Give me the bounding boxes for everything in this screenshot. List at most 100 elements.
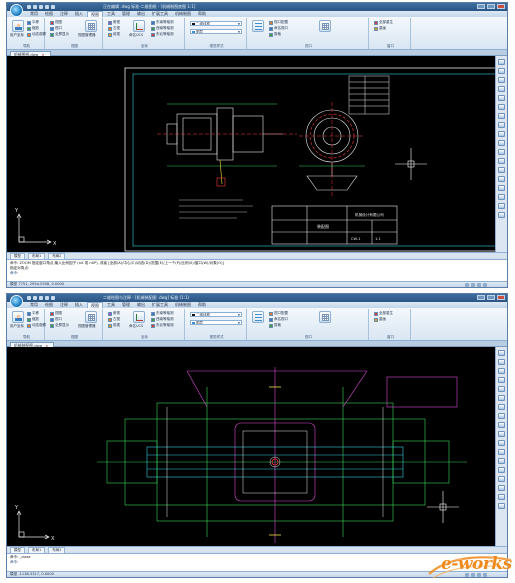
- ribbon-row[interactable]: 前视: [108, 323, 120, 328]
- palette-tool[interactable]: [498, 95, 505, 101]
- maximize-button[interactable]: [487, 4, 495, 9]
- ribbon-row[interactable]: 重画: [374, 317, 386, 322]
- palette-tool[interactable]: [498, 377, 505, 383]
- ribbon-row[interactable]: 视图: [50, 311, 62, 316]
- palette-tool[interactable]: [498, 140, 505, 146]
- ribbon-row[interactable]: 缩放: [27, 317, 39, 322]
- drawing-canvas[interactable]: Y X: [7, 347, 497, 546]
- ribbon-row[interactable]: 东南等轴测: [151, 20, 174, 25]
- grid-toggle[interactable]: [471, 283, 475, 287]
- palette-tool[interactable]: [498, 149, 505, 155]
- layer-combo[interactable]: 图层 ▼: [190, 320, 242, 325]
- palette-tool[interactable]: [498, 359, 505, 365]
- document-tab[interactable]: 机械图纸.dwg ×: [10, 50, 51, 57]
- layer-button[interactable]: [252, 311, 264, 323]
- ribbon-row[interactable]: 西南等轴测: [151, 317, 174, 322]
- save-icon[interactable]: [39, 5, 43, 9]
- ribbon-row[interactable]: 平移: [27, 311, 39, 316]
- palette-tool[interactable]: [498, 413, 505, 419]
- ribbon-row[interactable]: 缩放: [27, 26, 39, 31]
- palette-tool[interactable]: [498, 158, 505, 164]
- ribbon-row[interactable]: 前视: [108, 32, 120, 37]
- visual-style-combo[interactable]: 二维线框 ▼: [190, 312, 242, 317]
- save-icon[interactable]: [39, 296, 43, 300]
- palette-tool[interactable]: [498, 122, 505, 128]
- ribbon-row[interactable]: 视口: [50, 26, 62, 31]
- drawing-canvas[interactable]: 机械设计有限公司 装配图 1:1 CW-1 Y X: [7, 56, 497, 252]
- palette-tool[interactable]: [498, 212, 505, 218]
- palette-tool[interactable]: [498, 431, 505, 437]
- ucs-button[interactable]: [133, 20, 145, 32]
- palette-tool[interactable]: [498, 167, 505, 173]
- user-ucs-button[interactable]: [12, 311, 24, 323]
- ribbon-row[interactable]: 视口: [50, 317, 62, 322]
- ribbon-row[interactable]: 俯视: [108, 20, 120, 25]
- palette-tool[interactable]: [498, 185, 505, 191]
- ribbon-row[interactable]: 视口配置: [269, 20, 288, 25]
- command-prompt[interactable]: 命令:: [10, 271, 504, 276]
- palette-tool[interactable]: [498, 404, 505, 410]
- layer-combo[interactable]: 图层 ▼: [190, 29, 242, 34]
- undo-icon[interactable]: [45, 296, 49, 300]
- open-file-icon[interactable]: [33, 5, 37, 9]
- ribbon-row[interactable]: 平移: [27, 20, 39, 25]
- palette-tool[interactable]: [498, 104, 505, 110]
- ribbon-row[interactable]: 左视: [108, 317, 120, 322]
- palette-tool[interactable]: [498, 386, 505, 392]
- palette-tool[interactable]: [498, 59, 505, 65]
- viewport-button[interactable]: [319, 311, 331, 323]
- ribbon-row[interactable]: 命名视口: [269, 317, 288, 322]
- ribbon-row[interactable]: 命名视口: [269, 26, 288, 31]
- ribbon-row[interactable]: 视图: [50, 20, 62, 25]
- ribbon-row[interactable]: 全屏显示: [50, 32, 69, 37]
- ribbon-row[interactable]: 东南等轴测: [151, 311, 174, 316]
- palette-tool[interactable]: [498, 458, 505, 464]
- ortho-toggle[interactable]: [477, 283, 481, 287]
- ribbon-row[interactable]: 俯视: [108, 311, 120, 316]
- undo-icon[interactable]: [45, 5, 49, 9]
- palette-tool[interactable]: [498, 176, 505, 182]
- view-manager-button[interactable]: [85, 311, 97, 323]
- maximize-button[interactable]: [487, 295, 495, 300]
- palette-tool[interactable]: [498, 476, 505, 482]
- command-line[interactable]: 命令: ZOOM 指定窗口角点,输入比例因子 (nX 或 nXP), 或者 [全…: [7, 259, 507, 282]
- palette-tool[interactable]: [498, 350, 505, 356]
- ribbon-row[interactable]: 全部重生: [374, 311, 393, 316]
- minimize-button[interactable]: [477, 4, 485, 9]
- ribbon-row[interactable]: 全屏显示: [50, 323, 69, 328]
- new-file-icon[interactable]: [27, 296, 31, 300]
- ribbon-row[interactable]: 动态观察: [27, 323, 46, 328]
- palette-tool[interactable]: [498, 131, 505, 137]
- palette-tool[interactable]: [498, 422, 505, 428]
- close-button[interactable]: [497, 295, 505, 300]
- app-logo-icon[interactable]: [10, 295, 23, 308]
- polar-toggle[interactable]: [483, 283, 487, 287]
- app-logo-icon[interactable]: [10, 4, 23, 17]
- palette-tool[interactable]: [498, 68, 505, 74]
- ribbon-row[interactable]: 东北等轴测: [151, 323, 174, 328]
- ribbon-row[interactable]: 西南等轴测: [151, 26, 174, 31]
- ribbon-row[interactable]: 东北等轴测: [151, 32, 174, 37]
- open-file-icon[interactable]: [33, 296, 37, 300]
- ribbon-row[interactable]: 全部重生: [374, 20, 393, 25]
- minimize-button[interactable]: [477, 295, 485, 300]
- ribbon-row[interactable]: 动态观察: [27, 32, 46, 37]
- ribbon-row[interactable]: 剪裁: [269, 323, 281, 328]
- palette-tool[interactable]: [498, 368, 505, 374]
- visual-style-combo[interactable]: 二维线框 ▼: [190, 21, 242, 26]
- ribbon-row[interactable]: 剪裁: [269, 32, 281, 37]
- palette-tool[interactable]: [498, 503, 505, 509]
- close-button[interactable]: [497, 4, 505, 9]
- ucs-button[interactable]: [133, 311, 145, 323]
- redo-icon[interactable]: [51, 296, 55, 300]
- palette-tool[interactable]: [498, 194, 505, 200]
- user-ucs-button[interactable]: [12, 20, 24, 32]
- palette-tool[interactable]: [498, 113, 505, 119]
- new-file-icon[interactable]: [27, 5, 31, 9]
- ribbon-row[interactable]: 重画: [374, 26, 386, 31]
- redo-icon[interactable]: [51, 5, 55, 9]
- palette-tool[interactable]: [498, 467, 505, 473]
- palette-tool[interactable]: [498, 395, 505, 401]
- palette-tool[interactable]: [498, 203, 505, 209]
- ribbon-row[interactable]: 左视: [108, 26, 120, 31]
